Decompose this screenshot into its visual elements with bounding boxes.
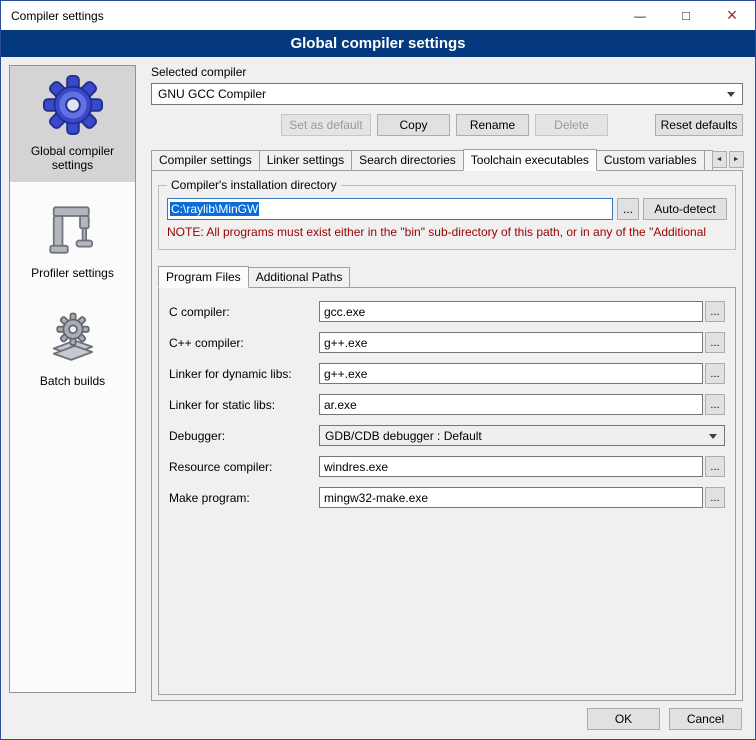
make-program-browse-button[interactable]: ...: [705, 487, 725, 508]
sidebar-item-profiler-settings[interactable]: Profiler settings: [10, 194, 135, 290]
static-linker-input[interactable]: [319, 394, 703, 415]
field-row-debugger: Debugger: GDB/CDB debugger : Default: [169, 425, 725, 446]
gear-stack-icon: [45, 310, 101, 366]
cpp-compiler-browse-button[interactable]: ...: [705, 332, 725, 353]
tab-search-directories[interactable]: Search directories: [351, 150, 464, 170]
sidebar-item-label: Profiler settings: [12, 266, 133, 280]
cancel-button[interactable]: Cancel: [669, 708, 742, 730]
minimize-icon[interactable]: —: [617, 1, 663, 30]
compiler-toolbar: Set as default Copy Rename Delete Reset …: [151, 114, 743, 136]
make-program-label: Make program:: [169, 491, 319, 505]
tab-scroll-right-icon[interactable]: ►: [729, 151, 744, 168]
field-row-resource-compiler: Resource compiler: ...: [169, 456, 725, 477]
field-row-make-program: Make program: ...: [169, 487, 725, 508]
tab-scroll-controls: ◄ ►: [712, 151, 744, 168]
c-compiler-label: C compiler:: [169, 305, 319, 319]
rename-button[interactable]: Rename: [456, 114, 529, 136]
bin-subdirectory-note: NOTE: All programs must exist either in …: [167, 225, 727, 239]
main-panel: Selected compiler GNU GCC Compiler Set a…: [151, 65, 743, 701]
chevron-down-icon: [727, 92, 735, 97]
tab-additional-paths[interactable]: Additional Paths: [248, 267, 351, 287]
dynamic-linker-label: Linker for dynamic libs:: [169, 367, 319, 381]
chevron-down-icon: [709, 434, 717, 439]
clamp-icon: [45, 202, 101, 258]
tab-toolchain-executables[interactable]: Toolchain executables: [463, 149, 597, 171]
cpp-compiler-label: C++ compiler:: [169, 336, 319, 350]
sidebar-item-global-compiler-settings[interactable]: Global compiler settings: [10, 66, 135, 182]
static-linker-browse-button[interactable]: ...: [705, 394, 725, 415]
delete-button[interactable]: Delete: [535, 114, 608, 136]
dialog-footer: OK Cancel: [587, 708, 742, 730]
compiler-combobox-value: GNU GCC Compiler: [158, 87, 266, 101]
install-dir-input[interactable]: C:\raylib\MinGW: [167, 198, 613, 220]
field-row-c-compiler: C compiler: ...: [169, 301, 725, 322]
close-icon[interactable]: ×: [709, 1, 755, 30]
window-title: Compiler settings: [1, 9, 104, 23]
toolchain-executables-panel: Compiler's installation directory C:\ray…: [151, 170, 743, 701]
field-row-static-linker: Linker for static libs: ...: [169, 394, 725, 415]
c-compiler-browse-button[interactable]: ...: [705, 301, 725, 322]
make-program-input[interactable]: [319, 487, 703, 508]
tab-compiler-settings[interactable]: Compiler settings: [151, 150, 260, 170]
installation-directory-group: Compiler's installation directory C:\ray…: [158, 185, 736, 250]
tab-scroll-left-icon[interactable]: ◄: [712, 151, 727, 168]
window-controls: — □ ×: [617, 1, 755, 30]
c-compiler-input[interactable]: [319, 301, 703, 322]
installation-directory-label: Compiler's installation directory: [167, 178, 341, 192]
ok-button[interactable]: OK: [587, 708, 660, 730]
tab-linker-settings[interactable]: Linker settings: [259, 150, 352, 170]
selected-compiler-label: Selected compiler: [151, 65, 743, 79]
debugger-combobox[interactable]: GDB/CDB debugger : Default: [319, 425, 725, 446]
cpp-compiler-input[interactable]: [319, 332, 703, 353]
compiler-combobox[interactable]: GNU GCC Compiler: [151, 83, 743, 105]
installation-directory-row: C:\raylib\MinGW ... Auto-detect: [167, 198, 727, 220]
sidebar-item-label: Global compiler settings: [12, 144, 133, 172]
debugger-label: Debugger:: [169, 429, 319, 443]
program-files-panel: C compiler: ... C++ compiler: ... Linker…: [158, 287, 736, 695]
reset-defaults-button[interactable]: Reset defaults: [655, 114, 743, 136]
gear-icon: [42, 74, 104, 136]
tab-program-files[interactable]: Program Files: [158, 266, 249, 288]
set-as-default-button[interactable]: Set as default: [281, 114, 371, 136]
sidebar-item-label: Batch builds: [12, 374, 133, 388]
page-title: Global compiler settings: [1, 30, 755, 57]
copy-button[interactable]: Copy: [377, 114, 450, 136]
tab-custom-variables[interactable]: Custom variables: [596, 150, 705, 170]
sidebar-item-batch-builds[interactable]: Batch builds: [10, 302, 135, 398]
static-linker-label: Linker for static libs:: [169, 398, 319, 412]
install-dir-browse-button[interactable]: ...: [617, 198, 639, 220]
maximize-icon[interactable]: □: [663, 1, 709, 30]
dynamic-linker-browse-button[interactable]: ...: [705, 363, 725, 384]
dynamic-linker-input[interactable]: [319, 363, 703, 384]
resource-compiler-label: Resource compiler:: [169, 460, 319, 474]
field-row-cpp-compiler: C++ compiler: ...: [169, 332, 725, 353]
resource-compiler-browse-button[interactable]: ...: [705, 456, 725, 477]
resource-compiler-input[interactable]: [319, 456, 703, 477]
compiler-settings-dialog: Compiler settings — □ × Global compiler …: [0, 0, 756, 740]
field-row-dynamic-linker: Linker for dynamic libs: ...: [169, 363, 725, 384]
settings-tabstrip: Compiler settings Linker settings Search…: [151, 149, 743, 170]
program-files-tabstrip: Program Files Additional Paths: [158, 266, 736, 287]
settings-sidebar: Global compiler settings Profiler settin…: [9, 65, 136, 693]
auto-detect-button[interactable]: Auto-detect: [643, 198, 727, 220]
install-dir-selected-text: C:\raylib\MinGW: [170, 202, 259, 216]
debugger-combobox-value: GDB/CDB debugger : Default: [325, 429, 482, 443]
titlebar: Compiler settings — □ ×: [1, 1, 755, 30]
